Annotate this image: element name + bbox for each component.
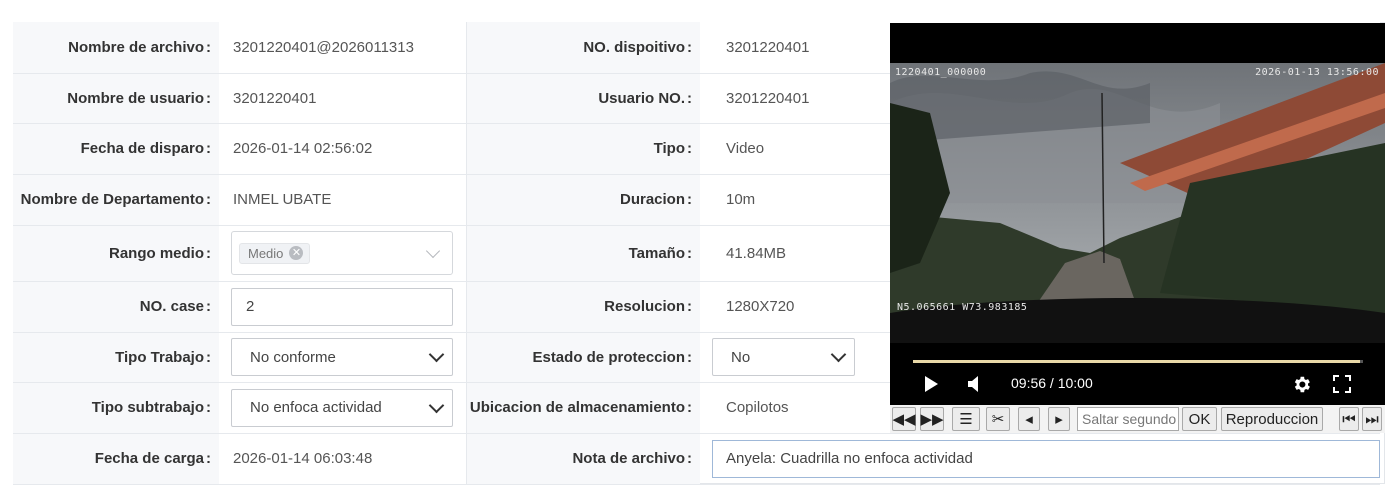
previous-button[interactable]: ⏮ [1339, 407, 1359, 431]
chevron-down-icon [830, 346, 847, 363]
cut-button[interactable]: ✂ [986, 407, 1010, 431]
upload-date-label: Fecha de carga [94, 450, 204, 467]
file-name-value: 3201220401@2026011313 [219, 22, 466, 74]
playback-button[interactable]: Reproduccion [1221, 407, 1323, 431]
frame-forward-icon: ▸ [1055, 411, 1063, 428]
osd-device-id: 1220401_000000 [895, 67, 987, 78]
colon: : [206, 450, 211, 467]
list-button[interactable]: ☰ [952, 407, 980, 431]
video-scene-image [890, 63, 1385, 343]
colon: : [206, 348, 211, 366]
work-type-select[interactable]: No conforme [231, 338, 453, 376]
video-player[interactable]: 1220401_000000 2026-01-13 13:56:00 N5.06… [890, 23, 1385, 405]
progress-bar[interactable] [913, 360, 1363, 363]
colon: : [206, 89, 211, 107]
chevron-down-icon [425, 243, 441, 258]
video-frame[interactable]: 1220401_000000 2026-01-13 13:56:00 N5.06… [890, 63, 1385, 343]
media-range-tag: Medio ✕ [239, 242, 311, 264]
settings-gear-icon[interactable] [1291, 374, 1312, 395]
info-row: Fecha de carga: 2026-01-14 06:03:48 Nota… [13, 433, 1380, 485]
frame-back-icon: ◂ [1025, 411, 1033, 428]
scissors-icon: ✂ [991, 411, 1005, 428]
fullscreen-icon[interactable] [1333, 375, 1351, 393]
colon: : [687, 38, 692, 56]
skip-next-icon: ⏭ [1365, 410, 1379, 428]
media-range-label: Rango medio [108, 244, 204, 262]
fast-forward-icon: ▶▶ [920, 411, 944, 428]
trigger-date-label: Fecha de disparo [80, 140, 204, 157]
next-button[interactable]: ⏭ [1362, 407, 1382, 431]
work-type-label: Tipo Trabajo [115, 348, 204, 366]
media-range-tag-label: Medio [248, 245, 284, 261]
resolution-label: Resolucion [604, 298, 685, 315]
protection-state-select[interactable]: No [712, 338, 855, 376]
osd-gps: N5.065661 W73.983185 [897, 302, 1028, 313]
protection-state-label: Estado de proteccion [532, 348, 685, 366]
colon: : [206, 298, 211, 315]
colon: : [687, 89, 692, 107]
colon: : [687, 191, 692, 208]
frame-back-button[interactable]: ◂ [1018, 407, 1040, 431]
type-label: Tipo [653, 140, 685, 157]
skip-previous-icon: ⏮ [1342, 410, 1356, 428]
user-name-value: 3201220401 [219, 73, 466, 124]
colon: : [206, 140, 211, 157]
time-display: 09:56 / 10:00 [1011, 375, 1093, 391]
chevron-down-icon [428, 346, 445, 363]
storage-location-label: Ubicacion de almacenamiento [469, 399, 685, 416]
upload-date-value: 2026-01-14 06:03:48 [219, 433, 466, 485]
colon: : [206, 244, 211, 262]
duration-label: Duracion [619, 191, 685, 208]
frame-forward-button[interactable]: ▸ [1048, 407, 1070, 431]
size-label: Tamaño [628, 244, 685, 262]
osd-timestamp: 2026-01-13 13:56:00 [1255, 67, 1379, 78]
fast-forward-button[interactable]: ▶▶ [920, 407, 944, 431]
progress-fill [913, 360, 1360, 363]
colon: : [687, 348, 692, 366]
colon: : [687, 298, 692, 315]
department-label: Nombre de Departamento [20, 191, 204, 208]
rewind-button[interactable]: ◀◀ [892, 407, 916, 431]
colon: : [687, 244, 692, 262]
colon: : [206, 38, 211, 56]
colon: : [687, 450, 692, 467]
colon: : [206, 399, 211, 416]
user-name-label: Nombre de usuario [67, 89, 204, 107]
work-subtype-value: No enfoca actividad [250, 399, 382, 416]
case-no-input[interactable]: 2 [231, 287, 453, 326]
work-subtype-label: Tipo subtrabajo [91, 399, 204, 416]
work-subtype-select[interactable]: No enfoca actividad [231, 388, 453, 427]
protection-state-value: No [731, 348, 751, 366]
file-note-input[interactable]: Anyela: Cuadrilla no enfoca actividad [712, 439, 1380, 478]
file-name-label: Nombre de archivo [68, 38, 204, 56]
trigger-date-value: 2026-01-14 02:56:02 [219, 123, 466, 175]
volume-icon[interactable] [966, 375, 982, 393]
department-value: INMEL UBATE [219, 174, 466, 226]
rewind-icon: ◀◀ [892, 411, 916, 428]
colon: : [206, 191, 211, 208]
chevron-down-icon [428, 397, 445, 413]
colon: : [687, 399, 692, 416]
colon: : [687, 140, 692, 157]
ok-button[interactable]: OK [1182, 407, 1217, 431]
list-icon: ☰ [959, 411, 973, 428]
case-no-label: NO. case [139, 298, 204, 315]
player-toolbar: ◀◀ ▶▶ ☰ ✂ ◂ ▸ Saltar segundo OK Reproduc… [890, 405, 1385, 433]
work-type-value: No conforme [250, 348, 336, 366]
user-no-label: Usuario NO. [598, 89, 685, 107]
jump-seconds-input[interactable]: Saltar segundo [1077, 407, 1179, 431]
file-note-label: Nota de archivo [572, 450, 685, 467]
device-no-label: NO. dispoitivo [583, 38, 685, 56]
media-range-select[interactable]: Medio ✕ [231, 231, 453, 275]
play-icon[interactable] [924, 376, 938, 392]
tag-remove-icon[interactable]: ✕ [289, 246, 304, 260]
